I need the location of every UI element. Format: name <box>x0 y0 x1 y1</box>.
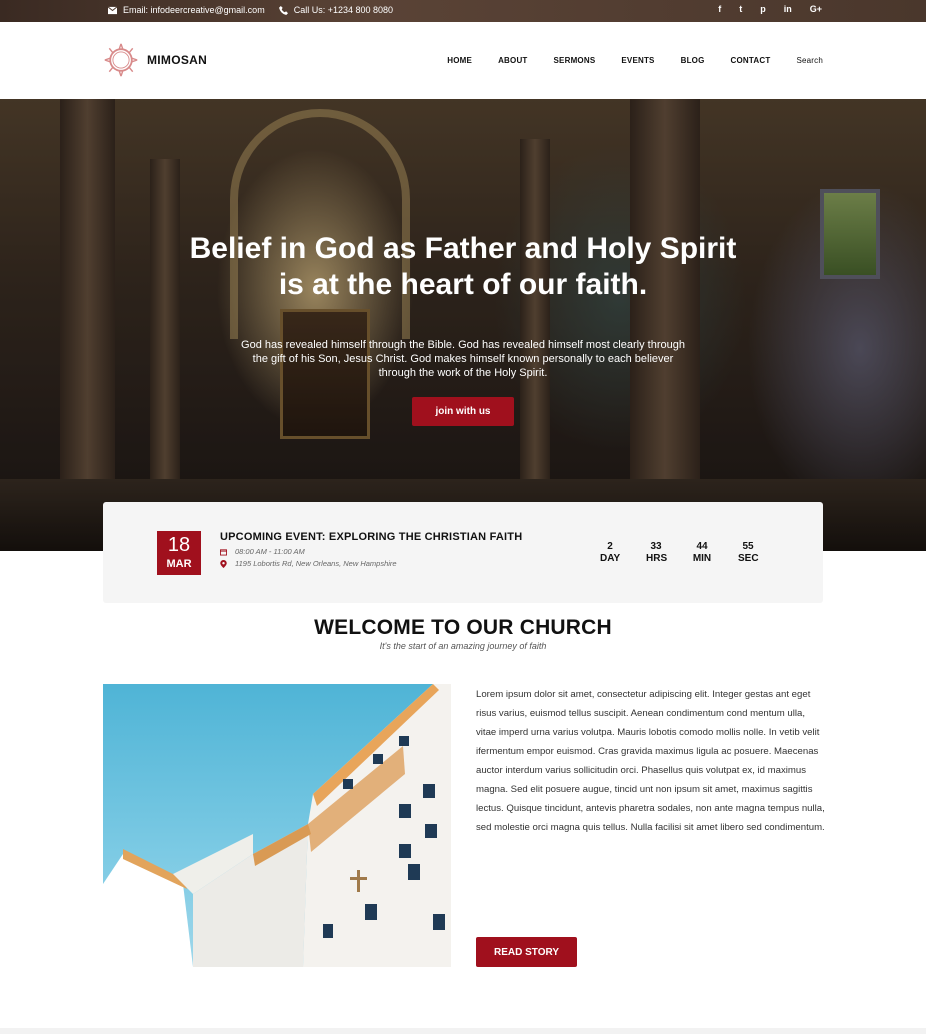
countdown-minutes: 44 MIN <box>692 541 712 564</box>
nav-search[interactable]: Search <box>796 56 823 65</box>
event-month: MAR <box>166 558 192 570</box>
hero-text: God has revealed himself through the Bib… <box>241 339 685 379</box>
crown-of-thorns-logo <box>104 43 138 77</box>
church-building-photo <box>103 684 451 967</box>
event-day: 18 <box>167 534 191 556</box>
brand-name: MIMOSAN <box>147 53 208 67</box>
nav-about[interactable]: ABOUT <box>498 56 527 65</box>
event-date-badge: 18 MAR <box>157 531 201 575</box>
phone-item[interactable]: Call Us: +1234 800 8080 <box>278 5 394 15</box>
nav-contact[interactable]: CONTACT <box>731 56 771 65</box>
twitter-icon[interactable]: t <box>739 4 742 14</box>
calendar-icon <box>220 548 227 555</box>
welcome-title: WELCOME TO OUR CHURCH <box>314 616 612 639</box>
main-nav: HOME ABOUT SERMONS EVENTS BLOG CONTACT S… <box>447 56 823 65</box>
event-address: 1195 Lobortis Rd, New Orleans, New Hamps… <box>235 559 397 568</box>
hero-banner: Belief in God as Father and Holy Spirit … <box>0 99 926 551</box>
nav-events[interactable]: EVENTS <box>621 56 654 65</box>
email-item[interactable]: Email: infodeercreative@gmail.com <box>108 5 265 15</box>
pinterest-icon[interactable]: p <box>760 4 766 14</box>
welcome-story-text: Lorem ipsum dolor sit amet, consectetur … <box>476 689 825 833</box>
join-button[interactable]: join with us <box>412 397 514 426</box>
site-header: MIMOSAN HOME ABOUT SERMONS EVENTS BLOG C… <box>0 22 926 99</box>
linkedin-icon[interactable]: in <box>784 4 792 14</box>
phone-icon <box>278 5 288 15</box>
nav-home[interactable]: HOME <box>447 56 472 65</box>
hero-title: Belief in God as Father and Holy Spirit … <box>189 232 737 301</box>
event-time-row: 08:00 AM - 11:00 AM <box>220 547 305 556</box>
nav-sermons[interactable]: SERMONS <box>554 56 596 65</box>
section-divider <box>0 1028 926 1034</box>
upcoming-event-card[interactable]: 18 MAR UPCOMING EVENT: EXPLORING THE CHR… <box>103 502 823 603</box>
phone-text: Call Us: +1234 800 8080 <box>293 5 394 15</box>
welcome-subtitle: It's the start of an amazing journey of … <box>379 641 547 651</box>
event-time: 08:00 AM - 11:00 AM <box>235 547 305 556</box>
facebook-icon[interactable]: f <box>718 4 721 14</box>
map-pin-icon <box>220 559 227 568</box>
event-title[interactable]: UPCOMING EVENT: EXPLORING THE CHRISTIAN … <box>220 531 522 543</box>
hero-overlay <box>0 99 926 551</box>
email-text: Email: infodeercreative@gmail.com <box>123 5 265 15</box>
site-logo[interactable]: MIMOSAN <box>103 42 207 78</box>
top-bar: Email: infodeercreative@gmail.com Call U… <box>0 0 926 22</box>
social-links: f t p in G+ <box>718 4 822 14</box>
contact-info: Email: infodeercreative@gmail.com Call U… <box>108 5 393 15</box>
read-story-button[interactable]: READ STORY <box>476 937 577 967</box>
event-address-row: 1195 Lobortis Rd, New Orleans, New Hamps… <box>220 559 397 568</box>
event-countdown: 2 DAY 33 HRS 44 MIN 55 SEC <box>600 541 759 565</box>
countdown-hours: 33 HRS <box>646 541 668 564</box>
countdown-seconds: 55 SEC <box>738 541 759 564</box>
countdown-days: 2 DAY <box>600 541 621 564</box>
envelope-icon <box>108 6 117 14</box>
nav-blog[interactable]: BLOG <box>681 56 705 65</box>
google-plus-icon[interactable]: G+ <box>810 4 822 14</box>
